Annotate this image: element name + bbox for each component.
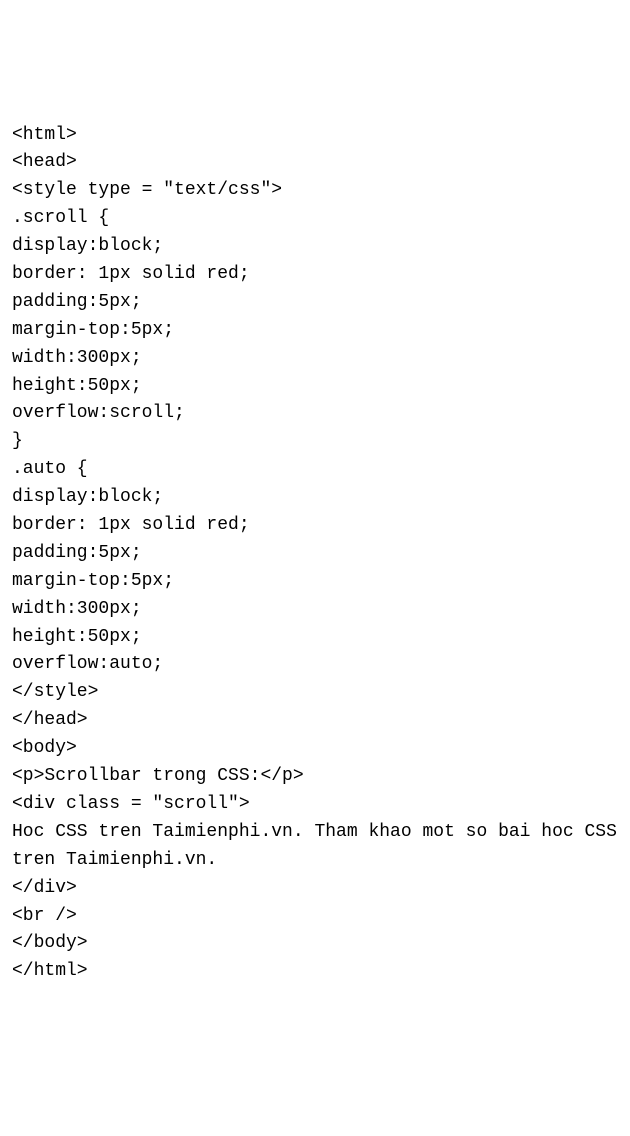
code-line: <html> bbox=[12, 125, 77, 145]
code-line: height:50px; bbox=[12, 376, 142, 396]
code-line: overflow:scroll; bbox=[12, 403, 185, 423]
code-line: </head> bbox=[12, 710, 88, 730]
code-line: margin-top:5px; bbox=[12, 320, 174, 340]
code-line: display:block; bbox=[12, 236, 163, 256]
code-line: width:300px; bbox=[12, 348, 142, 368]
code-line: .auto { bbox=[12, 459, 88, 479]
code-line: <body> bbox=[12, 738, 77, 758]
code-line: </div> bbox=[12, 878, 77, 898]
code-line: Hoc CSS tren Taimienphi.vn. Tham khao mo… bbox=[12, 822, 628, 870]
code-line: <p>Scrollbar trong CSS:</p> bbox=[12, 766, 304, 786]
code-block: <html> <head> <style type = "text/css"> … bbox=[12, 122, 618, 987]
code-line: border: 1px solid red; bbox=[12, 515, 250, 535]
code-line: <style type = "text/css"> bbox=[12, 180, 282, 200]
code-line: </body> bbox=[12, 933, 88, 953]
code-line: .scroll { bbox=[12, 208, 109, 228]
code-line: <div class = "scroll"> bbox=[12, 794, 250, 814]
code-line: } bbox=[12, 431, 23, 451]
code-line: display:block; bbox=[12, 487, 163, 507]
code-line: margin-top:5px; bbox=[12, 571, 174, 591]
code-line: padding:5px; bbox=[12, 292, 142, 312]
code-line: border: 1px solid red; bbox=[12, 264, 250, 284]
code-line: <head> bbox=[12, 152, 77, 172]
code-line: </style> bbox=[12, 682, 98, 702]
code-line: <br /> bbox=[12, 906, 77, 926]
code-line: overflow:auto; bbox=[12, 654, 163, 674]
code-line: padding:5px; bbox=[12, 543, 142, 563]
code-line: </html> bbox=[12, 961, 88, 981]
code-line: width:300px; bbox=[12, 599, 142, 619]
code-line: height:50px; bbox=[12, 627, 142, 647]
